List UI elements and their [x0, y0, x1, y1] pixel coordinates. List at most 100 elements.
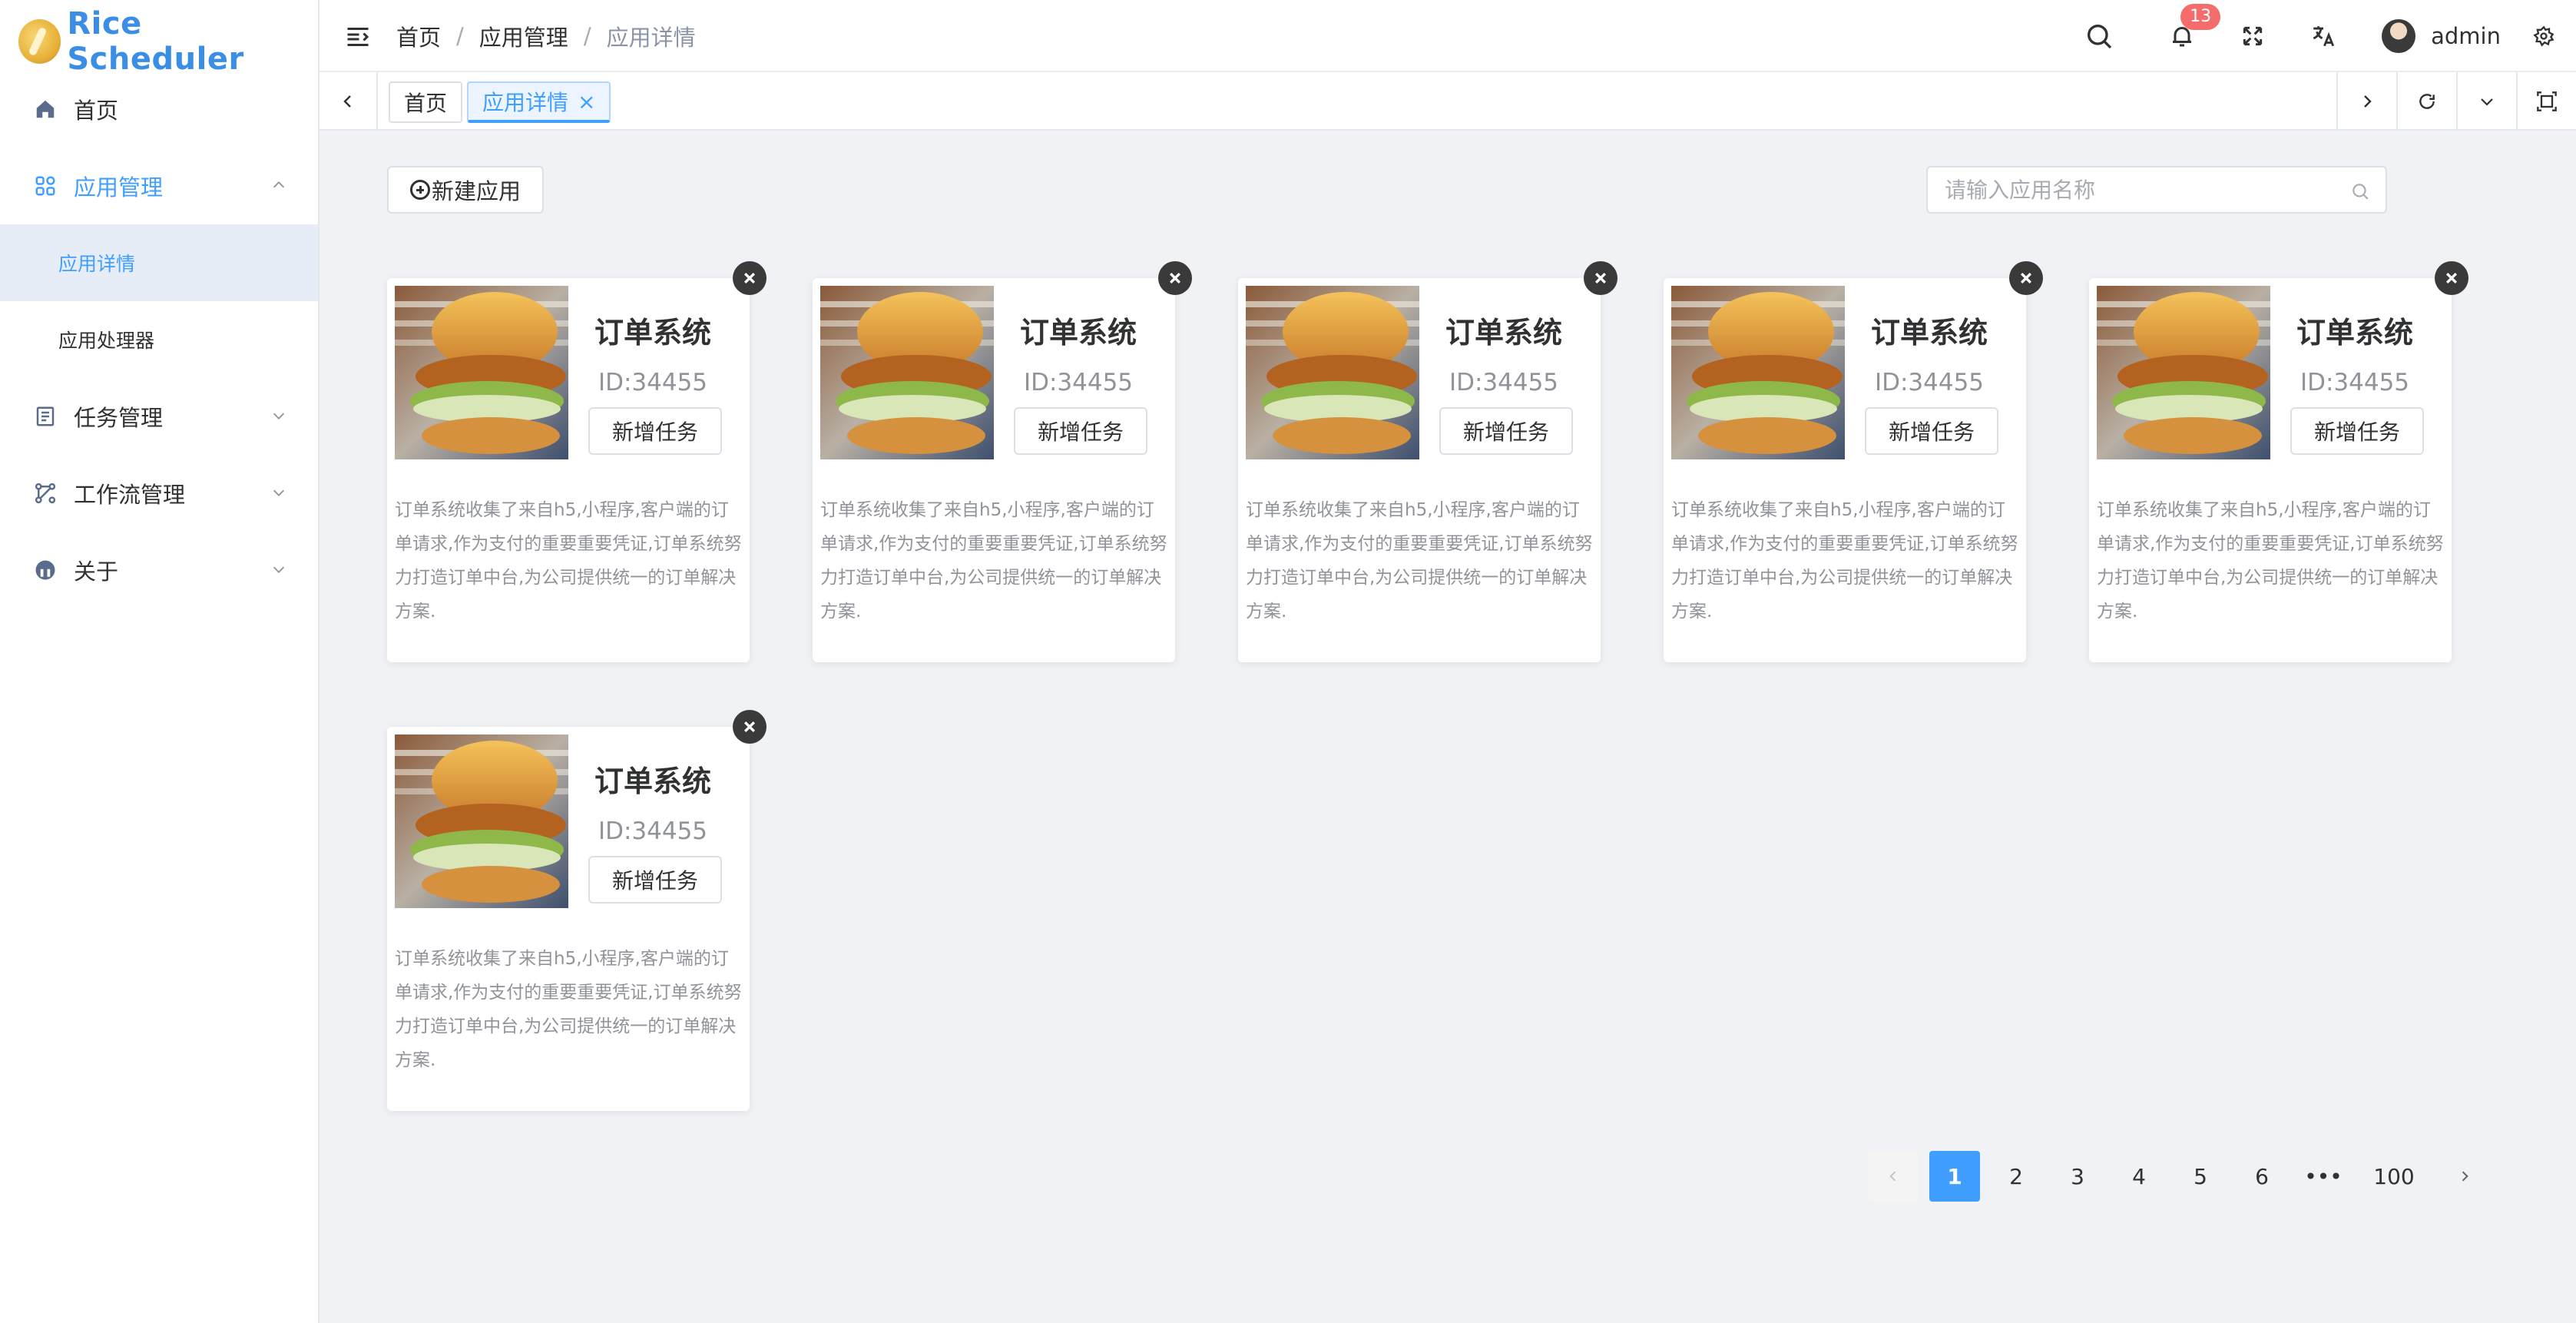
chevron-right-icon	[2462, 1171, 2468, 1182]
tags-scroll-right[interactable]	[2336, 72, 2396, 131]
breadcrumb-home[interactable]: 首页	[396, 20, 441, 52]
sidebar-menu: 首页 应用管理 应用详情 应用处理器 任务管理 工作流管理 关于	[0, 71, 318, 608]
maximize-button[interactable]	[2516, 72, 2576, 131]
add-task-button[interactable]: 新增任务	[1865, 407, 1998, 455]
page-button[interactable]: 3	[2052, 1151, 2103, 1202]
close-icon[interactable]: ×	[578, 89, 595, 114]
chevron-up-icon	[270, 177, 287, 194]
card-close-icon[interactable]	[1158, 261, 1192, 295]
sidebar-item-label: 任务管理	[74, 405, 164, 431]
chevron-down-icon	[270, 561, 287, 578]
more-pages-button[interactable]: •••	[2298, 1151, 2349, 1202]
sidebar-item-about[interactable]: 关于	[0, 532, 318, 608]
card-close-icon[interactable]	[1584, 261, 1617, 295]
logo[interactable]: Rice Scheduler	[18, 6, 318, 77]
search-icon[interactable]	[2082, 19, 2116, 53]
app-card-image	[820, 286, 994, 459]
tags-dropdown-button[interactable]	[2456, 72, 2516, 131]
page-button[interactable]: 4	[2114, 1151, 2164, 1202]
search-icon[interactable]	[2350, 181, 2370, 201]
add-task-button[interactable]: 新增任务	[1014, 407, 1147, 455]
app-card[interactable]: 订单系统 ID:34455 新增任务 订单系统收集了来自h5,小程序,客户端的订单请求…	[813, 278, 1175, 662]
prev-page-button[interactable]	[1868, 1151, 1919, 1202]
page-button[interactable]: 1	[1929, 1151, 1980, 1202]
sidebar-item-workflow-management[interactable]: 工作流管理	[0, 455, 318, 532]
refresh-button[interactable]	[2396, 72, 2456, 131]
apps-grid-icon	[32, 173, 58, 199]
app-card-description: 订单系统收集了来自h5,小程序,客户端的订单请求,作为支付的重要重要凭证,订单系…	[395, 500, 742, 622]
app-card-description: 订单系统收集了来自h5,小程序,客户端的订单请求,作为支付的重要重要凭证,订单系…	[1671, 500, 2018, 622]
app-card-image	[2097, 286, 2270, 459]
app-card-image	[395, 286, 568, 459]
app-card-title: 订单系统	[594, 316, 711, 350]
tags-scroll-left[interactable]	[320, 72, 378, 131]
tag-home[interactable]: 首页	[389, 81, 463, 123]
app-card-title: 订单系统	[2296, 316, 2413, 350]
top-header: 首页 / 应用管理 / 应用详情 13 admin	[320, 0, 2576, 72]
sidebar-subitem-app-detail[interactable]: 应用详情	[0, 224, 318, 301]
chevron-down-icon	[2481, 98, 2493, 106]
fullscreen-icon[interactable]	[2236, 19, 2270, 53]
sidebar-item-label: 关于	[74, 559, 119, 585]
sidebar-item-home[interactable]: 首页	[0, 71, 318, 148]
app-card-image	[1671, 286, 1845, 459]
next-page-button[interactable]	[2439, 1151, 2490, 1202]
chevron-down-icon	[270, 407, 287, 424]
app-card-description: 订单系统收集了来自h5,小程序,客户端的订单请求,作为支付的重要重要凭证,订单系…	[1246, 500, 1593, 622]
search-input[interactable]	[1928, 167, 2386, 212]
sidebar-item-app-management[interactable]: 应用管理	[0, 148, 318, 224]
workflow-icon	[32, 480, 58, 506]
add-task-button[interactable]: 新增任务	[588, 856, 722, 904]
refresh-icon	[2419, 94, 2435, 109]
gear-icon[interactable]	[2527, 19, 2561, 53]
tag-label: 应用详情	[482, 90, 569, 115]
tags-view-bar: 首页 应用详情 ×	[320, 72, 2576, 131]
notification-bell[interactable]: 13	[2165, 4, 2221, 53]
app-card[interactable]: 订单系统 ID:34455 新增任务 订单系统收集了来自h5,小程序,客户端的订单请求…	[387, 278, 750, 662]
breadcrumb-app-management[interactable]: 应用管理	[479, 20, 568, 52]
pagination: 1 2 3 4 5 6 ••• 100	[1868, 1151, 2501, 1202]
sidebar-item-label: 首页	[74, 98, 119, 124]
app-card[interactable]: 订单系统 ID:34455 新增任务 订单系统收集了来自h5,小程序,客户端的订单请求…	[1238, 278, 1601, 662]
breadcrumb-separator: /	[583, 23, 591, 49]
menu-toggle-icon[interactable]	[344, 23, 372, 51]
card-close-icon[interactable]	[2435, 261, 2468, 295]
username[interactable]: admin	[2431, 23, 2501, 49]
app-card[interactable]: 订单系统 ID:34455 新增任务 订单系统收集了来自h5,小程序,客户端的订单请求…	[387, 727, 750, 1111]
tag-app-detail[interactable]: 应用详情 ×	[467, 81, 611, 123]
page-button[interactable]: 6	[2237, 1151, 2287, 1202]
app-card-title: 订单系统	[594, 764, 711, 798]
app-card-id: ID:34455	[2300, 369, 2410, 396]
add-task-button[interactable]: 新增任务	[2290, 407, 2424, 455]
page-button[interactable]: 100	[2359, 1151, 2429, 1202]
burger-image	[1671, 286, 1845, 459]
tags-actions	[2336, 72, 2576, 131]
app-card-description: 订单系统收集了来自h5,小程序,客户端的订单请求,作为支付的重要重要凭证,订单系…	[395, 949, 742, 1070]
add-task-button[interactable]: 新增任务	[1439, 407, 1573, 455]
about-icon	[32, 557, 58, 583]
app-card-title: 订单系统	[1445, 316, 1562, 350]
breadcrumb-app-detail: 应用详情	[606, 25, 696, 51]
page-button[interactable]: 5	[2175, 1151, 2226, 1202]
sidebar-item-task-management[interactable]: 任务管理	[0, 378, 318, 455]
card-close-icon[interactable]	[733, 261, 767, 295]
new-app-button[interactable]: 新建应用	[387, 166, 544, 214]
app-card-title: 订单系统	[1019, 316, 1137, 350]
page-button[interactable]: 2	[1991, 1151, 2041, 1202]
app-card[interactable]: 订单系统 ID:34455 新增任务 订单系统收集了来自h5,小程序,客户端的订单请求…	[1664, 278, 2026, 662]
card-close-icon[interactable]	[2009, 261, 2043, 295]
rice-logo-icon	[18, 19, 61, 64]
notification-badge: 13	[2180, 4, 2221, 30]
sidebar-subitem-app-handler[interactable]: 应用处理器	[0, 301, 318, 378]
avatar[interactable]	[2382, 19, 2416, 53]
app-card[interactable]: 订单系统 ID:34455 新增任务 订单系统收集了来自h5,小程序,客户端的订单请求…	[2089, 278, 2452, 662]
app-card-id: ID:34455	[1874, 369, 1985, 396]
burger-image	[1246, 286, 1419, 459]
header-actions: 13 admin	[2064, 0, 2576, 72]
breadcrumb: 首页 / 应用管理 / 应用详情	[396, 20, 696, 52]
add-task-button[interactable]: 新增任务	[588, 407, 722, 455]
card-close-icon[interactable]	[733, 710, 767, 744]
sidebar: Rice Scheduler 首页 应用管理 应用详情 应用处理器 任务管理 工…	[0, 0, 320, 1323]
chevron-left-icon	[1889, 1171, 1896, 1182]
translate-icon[interactable]	[2306, 19, 2340, 53]
